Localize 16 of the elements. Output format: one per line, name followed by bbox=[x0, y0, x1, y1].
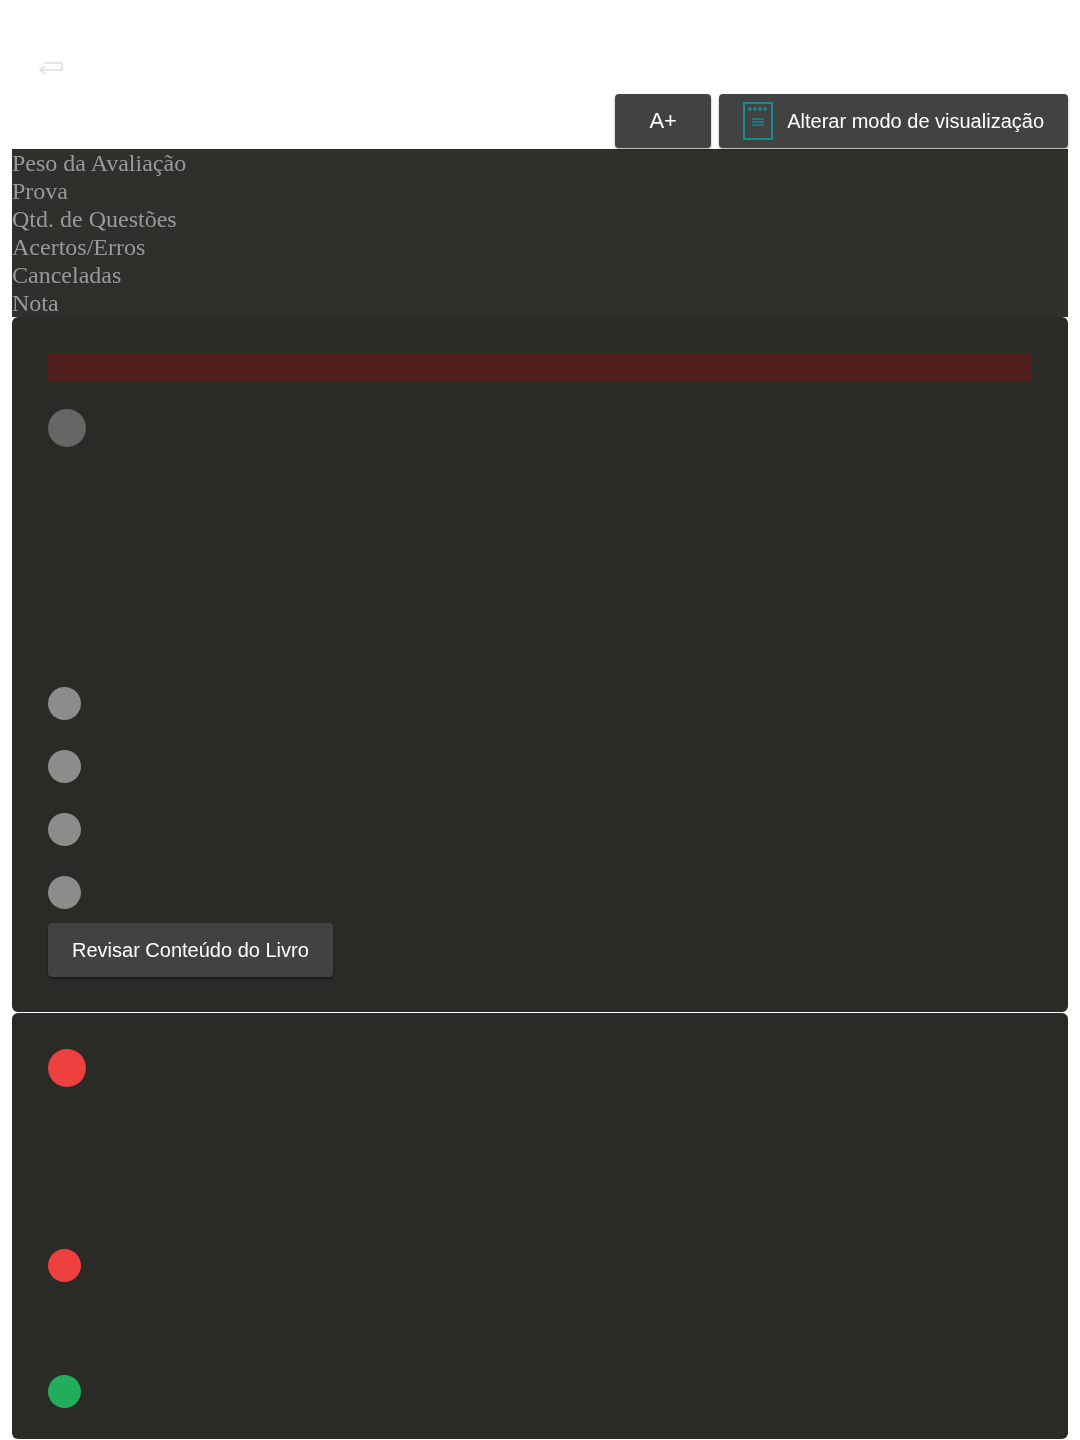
summary-label: Canceladas bbox=[12, 261, 123, 289]
option-dot[interactable] bbox=[48, 813, 81, 846]
review-button[interactable]: Revisar Conteúdo do Livro bbox=[48, 923, 333, 977]
font-size-button[interactable]: A+ bbox=[615, 94, 712, 148]
summary-label: Acertos/Erros bbox=[12, 233, 147, 261]
summary-label: Nota bbox=[12, 289, 60, 317]
option-dot[interactable] bbox=[48, 876, 81, 909]
view-mode-button[interactable]: Alterar modo de visualização bbox=[719, 94, 1068, 148]
option-dot[interactable] bbox=[48, 1249, 81, 1282]
summary-label: Qtd. de Questões bbox=[12, 205, 178, 233]
summary-label: Peso da Avaliação bbox=[12, 149, 188, 177]
option-dot[interactable] bbox=[48, 687, 81, 720]
document-icon bbox=[743, 102, 774, 140]
option-dot[interactable] bbox=[48, 1375, 81, 1408]
summary-label: Prova bbox=[12, 177, 69, 205]
option-dot[interactable] bbox=[48, 750, 81, 783]
